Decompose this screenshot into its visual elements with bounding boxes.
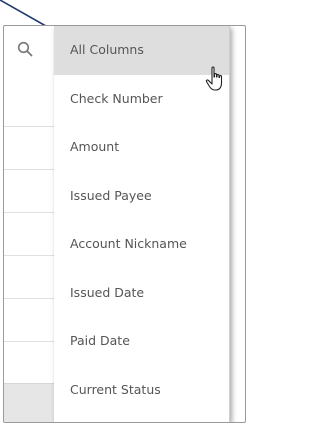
row-divider [4,212,54,213]
row-divider [4,341,54,342]
row-divider [4,298,54,299]
table-footer [4,383,54,422]
menu-item-amount[interactable]: Amount [54,123,229,172]
menu-item-issued-payee[interactable]: Issued Payee [54,172,229,221]
menu-item-all-columns[interactable]: All Columns [54,26,229,75]
menu-item-current-status[interactable]: Current Status [54,366,229,415]
menu-item-issued-date[interactable]: Issued Date [54,269,229,318]
row-divider [4,255,54,256]
row-divider [4,169,54,170]
column-filter-dropdown[interactable]: All Columns Check Number Amount Issued P… [54,26,230,422]
hand-pointer-icon [205,66,223,91]
table-background [4,26,54,422]
menu-item-paid-date[interactable]: Paid Date [54,317,229,366]
search-button[interactable] [4,26,54,74]
search-icon [17,41,33,57]
page: { "column_filter_menu": { "items": [ {"l… [0,0,250,436]
menu-item-check-number[interactable]: Check Number [54,75,229,124]
row-divider [4,126,54,127]
menu-item-account-nickname[interactable]: Account Nickname [54,220,229,269]
